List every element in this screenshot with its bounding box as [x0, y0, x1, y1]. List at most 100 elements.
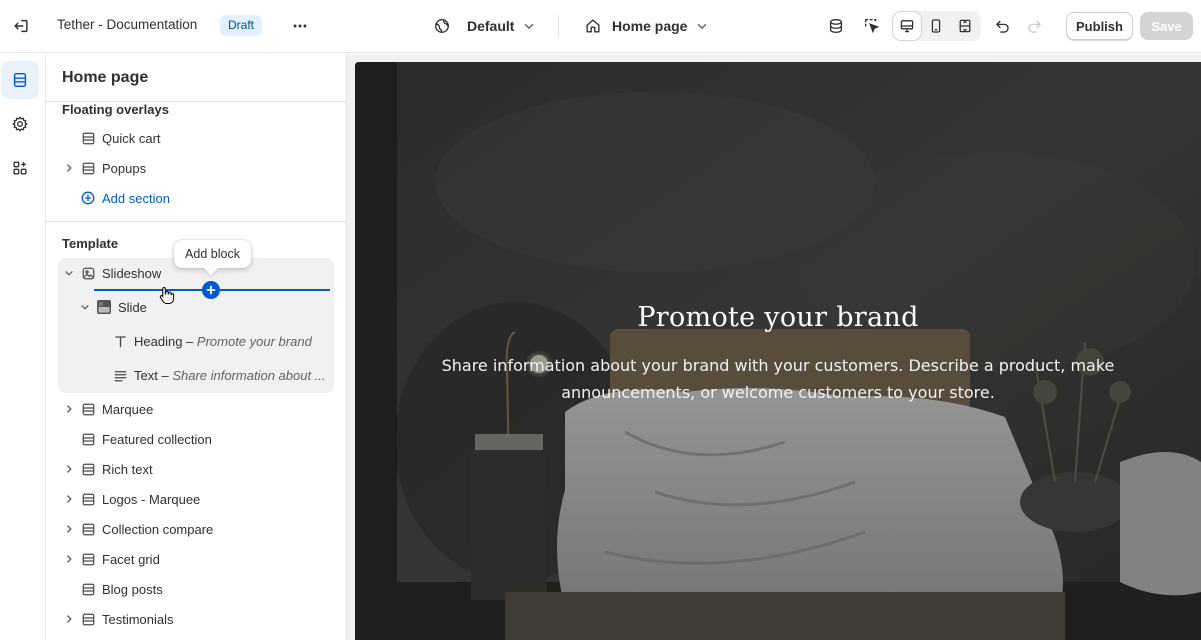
chevron-right-icon[interactable] [62, 612, 76, 626]
exit-editor-button[interactable] [8, 13, 34, 39]
home-icon [586, 19, 600, 33]
page-selector[interactable]: Home page [584, 13, 709, 39]
section-item-label: Logos - Marquee [102, 492, 201, 507]
chevron-right-icon[interactable] [62, 402, 76, 416]
section-item-label: Popups [102, 161, 147, 176]
top-bar: Tether - Documentation Draft Default Hom… [0, 0, 1201, 53]
section-item-label: Marquee [102, 402, 154, 417]
more-actions-button[interactable] [287, 13, 313, 39]
preview-frame: Promote your brand Share information abo… [347, 54, 1201, 640]
template-title: Template [62, 236, 119, 251]
chevron-down-icon [525, 23, 534, 29]
store-title: Tether - Documentation [57, 17, 198, 32]
inspector-button[interactable] [858, 12, 886, 40]
hand-pointer-cursor [159, 286, 175, 307]
undo-button[interactable] [988, 12, 1016, 40]
chevron-right-icon[interactable] [62, 161, 76, 175]
chevron-down-icon[interactable] [62, 266, 76, 280]
block-type-name: Text [134, 368, 158, 383]
section-item-label: Featured collection [102, 432, 212, 447]
desktop-icon [900, 20, 914, 33]
section-icon [80, 401, 96, 417]
chevron-right-icon[interactable] [62, 492, 76, 506]
section-item-popups[interactable]: Popups [58, 154, 334, 182]
chevron-down-icon [698, 23, 707, 29]
database-icon [829, 19, 843, 33]
bedroom-hero-image [355, 62, 1201, 640]
block-item-slide[interactable]: Slide [58, 293, 334, 321]
text-heading-icon [112, 333, 128, 349]
sections-icon [13, 72, 27, 88]
globe-icon [435, 19, 449, 33]
divider [46, 221, 346, 222]
slideshow-preview[interactable]: Promote your brand Share information abo… [355, 62, 1201, 640]
apps-nav-button[interactable] [1, 149, 39, 187]
viewport-toggle-group [892, 11, 981, 41]
add-block-tooltip: Add block [174, 240, 251, 268]
slideshow-icon [80, 265, 96, 281]
gear-icon [12, 116, 28, 132]
section-item-quick-cart[interactable]: Quick cart [58, 124, 334, 152]
chevron-down-icon[interactable] [78, 300, 92, 314]
theme-selector[interactable]: Default [433, 13, 536, 39]
section-icon [80, 431, 96, 447]
mobile-view-button[interactable] [922, 12, 950, 40]
section-sidebar: Home page Floating overlays Quick cart P… [46, 54, 347, 640]
chevron-right-icon[interactable] [62, 522, 76, 536]
block-item-label: Text – Share information about ... [134, 368, 326, 383]
section-icon [80, 461, 96, 477]
separator: – [182, 334, 197, 349]
block-item-label: Slide [118, 300, 147, 315]
floating-overlays-title: Floating overlays [62, 102, 169, 117]
block-item-label: Heading – Promote your brand [134, 334, 312, 349]
section-item-label: Rich text [102, 462, 153, 477]
section-item-featured-collection[interactable]: Featured collection [58, 425, 334, 453]
block-item-text[interactable]: Text – Share information about ... [58, 361, 334, 389]
divider [558, 15, 559, 37]
theme-database-button[interactable] [822, 12, 850, 40]
section-item-label: Collection compare [102, 522, 214, 537]
apps-icon [13, 161, 27, 175]
redo-button[interactable] [1020, 12, 1048, 40]
separator: – [157, 368, 173, 383]
section-item-logos-marquee[interactable]: Logos - Marquee [58, 485, 334, 513]
block-type-name: Heading [134, 334, 183, 349]
theme-settings-nav-button[interactable] [1, 105, 39, 143]
section-item-label: Slideshow [102, 266, 162, 281]
block-item-heading[interactable]: Heading – Promote your brand [58, 327, 334, 355]
section-item-blog-posts[interactable]: Blog posts [58, 575, 334, 603]
section-item-label: Blog posts [102, 582, 163, 597]
chevron-right-icon[interactable] [62, 552, 76, 566]
block-preview-text: Share information about ... [172, 368, 326, 383]
chevron-right-icon[interactable] [62, 462, 76, 476]
section-item-rich-text[interactable]: Rich text [58, 455, 334, 483]
text-paragraph-icon [112, 367, 128, 383]
section-item-testimonials[interactable]: Testimonials [58, 605, 334, 633]
section-item-marquee[interactable]: Marquee [58, 395, 334, 423]
sections-nav-button[interactable] [1, 61, 39, 99]
section-icon [80, 581, 96, 597]
fullscreen-view-button[interactable] [951, 12, 979, 40]
section-icon [80, 551, 96, 567]
page-selector-label: Home page [612, 18, 688, 34]
publish-button[interactable]: Publish [1066, 12, 1133, 40]
block-preview-text: Promote your brand [196, 334, 312, 349]
mobile-icon [931, 19, 941, 33]
section-item-label: Testimonials [102, 612, 174, 627]
more-horizontal-icon [293, 24, 307, 28]
section-item-label: Quick cart [102, 131, 161, 146]
section-icon [80, 521, 96, 537]
section-item-collection-compare[interactable]: Collection compare [58, 515, 334, 543]
add-section-button[interactable]: Add section [80, 188, 170, 208]
exit-icon [14, 19, 28, 33]
left-rail [0, 54, 46, 640]
desktop-view-button[interactable] [893, 12, 921, 40]
add-section-label: Add section [102, 190, 170, 206]
save-button[interactable]: Save [1140, 12, 1193, 40]
status-badge: Draft [220, 15, 263, 36]
section-icon [80, 611, 96, 627]
sidebar-title: Home page [62, 69, 149, 86]
image-thumbnail-icon [96, 299, 112, 315]
section-item-facet-grid[interactable]: Facet grid [58, 545, 334, 573]
undo-icon [995, 20, 1009, 33]
